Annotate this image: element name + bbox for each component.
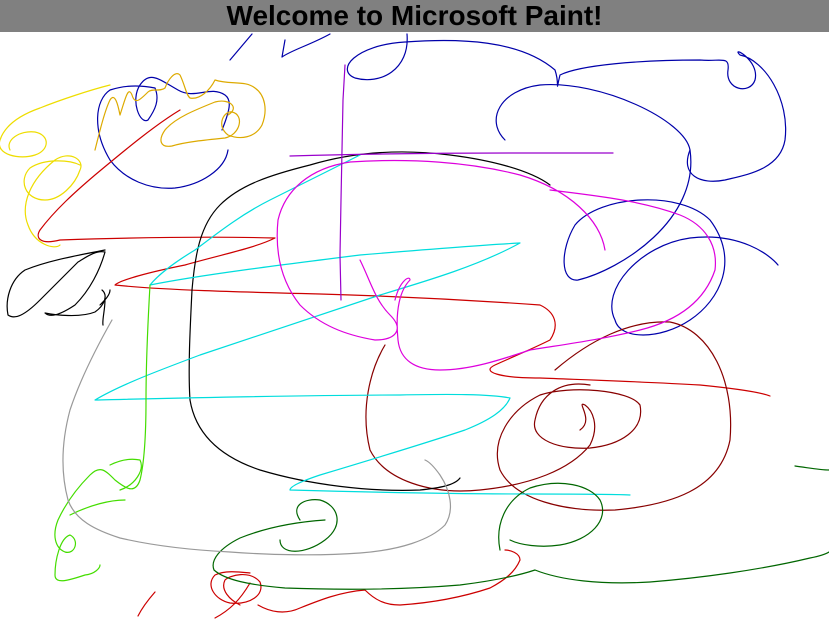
magenta-stroke (276, 159, 717, 371)
gold-stroke (94, 73, 266, 151)
dark-red-stroke (365, 321, 732, 511)
blue-stroke-top (229, 33, 331, 61)
canvas-svg[interactable] (0, 32, 829, 621)
title-bar: Welcome to Microsoft Paint! (0, 0, 829, 32)
gray-stroke (62, 319, 452, 556)
yellow-stroke (0, 84, 111, 248)
cyan-stroke (94, 154, 631, 496)
red-stroke-bottom (137, 549, 521, 619)
green-stroke (54, 284, 151, 582)
page-title: Welcome to Microsoft Paint! (226, 0, 603, 31)
dark-green-stroke (212, 465, 829, 590)
drawing-canvas[interactable] (0, 32, 829, 621)
red-stroke-diagonal (37, 109, 771, 397)
blue-stroke-loop (563, 149, 779, 336)
black-stroke-large (188, 151, 551, 491)
blue-stroke-swirl (346, 33, 787, 182)
black-stroke-small (6, 249, 111, 326)
